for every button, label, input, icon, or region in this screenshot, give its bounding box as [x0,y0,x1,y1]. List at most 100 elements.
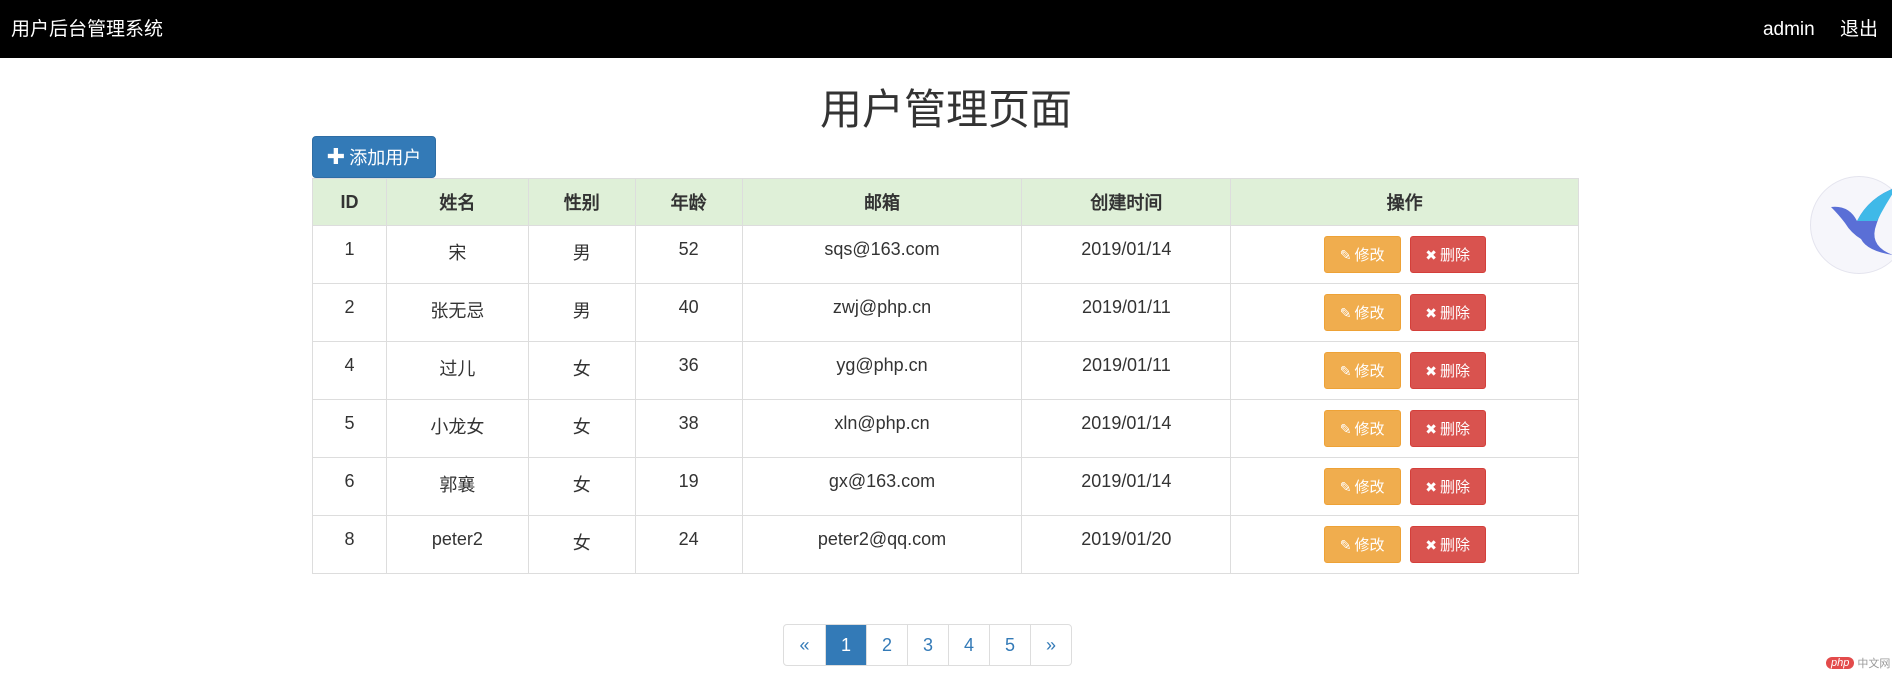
close-icon: ✖ [1425,537,1437,553]
cell-age: 24 [634,515,743,574]
pencil-icon: ✎ [1339,305,1352,321]
cell-name: 张无忌 [385,283,529,342]
close-icon: ✖ [1425,247,1437,263]
add-user-button[interactable]: ✚ 添加用户 [312,136,436,178]
pencil-icon: ✎ [1339,363,1352,379]
cell-id: 1 [312,225,387,284]
edit-button[interactable]: ✎ 修改 [1323,468,1401,505]
cell-age: 40 [634,283,743,342]
header-age: 年龄 [634,178,743,226]
page-prev[interactable]: « [784,625,825,665]
table-row: 1 宋 男 52 sqs@163.com 2019/01/14 ✎ 修改 ✖ 删除 [312,225,1579,284]
edit-button[interactable]: ✎ 修改 [1323,526,1401,563]
cell-name: 宋 [385,225,529,284]
cell-actions: ✎ 修改 ✖ 删除 [1230,225,1579,284]
app-brand[interactable]: 用户后台管理系统 [11,14,163,41]
close-icon: ✖ [1425,305,1437,321]
delete-label: 删除 [1440,421,1471,438]
delete-label: 删除 [1440,247,1471,264]
delete-label: 删除 [1440,537,1471,554]
cell-actions: ✎ 修改 ✖ 删除 [1230,515,1579,574]
cell-gender: 女 [527,341,636,400]
delete-label: 删除 [1440,479,1471,496]
logout-link[interactable]: 退出 [1840,19,1878,40]
page-4[interactable]: 4 [948,625,989,665]
cell-created: 2019/01/14 [1021,399,1232,458]
cell-age: 38 [634,399,743,458]
delete-label: 删除 [1440,305,1471,322]
edit-button[interactable]: ✎ 修改 [1323,294,1401,331]
page-5[interactable]: 5 [989,625,1030,665]
pagination: « 1 2 3 4 5 » [783,624,1072,666]
delete-button[interactable]: ✖ 删除 [1409,352,1486,389]
cell-name: peter2 [385,515,529,574]
table-row: 2 张无忌 男 40 zwj@php.cn 2019/01/11 ✎ 修改 ✖ 删除 [312,283,1579,342]
delete-label: 删除 [1440,363,1471,380]
edit-button[interactable]: ✎ 修改 [1323,352,1401,389]
page-title: 用户管理页面 [819,86,1072,133]
table-row: 6 郭襄 女 19 gx@163.com 2019/01/14 ✎ 修改 ✖ 删除 [312,457,1579,516]
navbar-right: admin 退出 [1763,14,1892,41]
users-table: ID 姓名 性别 年龄 邮箱 创建时间 操作 1 宋 男 52 sqs@163.… [312,178,1579,574]
cell-age: 36 [634,341,743,400]
cell-created: 2019/01/14 [1021,225,1232,284]
cell-gender: 男 [527,283,636,342]
header-name: 姓名 [385,178,529,226]
edit-label: 修改 [1354,479,1385,496]
page-1[interactable]: 1 [825,625,866,665]
page-2[interactable]: 2 [866,625,907,665]
cell-email: peter2@qq.com [741,515,1023,574]
cell-created: 2019/01/14 [1021,457,1232,516]
edit-button[interactable]: ✎ 修改 [1323,236,1401,273]
cell-actions: ✎ 修改 ✖ 删除 [1230,457,1579,516]
cell-id: 5 [312,399,387,458]
cell-id: 8 [312,515,387,574]
watermark-text: 中文网 [1857,658,1891,670]
cell-gender: 女 [527,457,636,516]
edit-label: 修改 [1354,363,1385,380]
user-link[interactable]: admin [1763,19,1815,40]
table-row: 5 小龙女 女 38 xln@php.cn 2019/01/14 ✎ 修改 ✖ 删除 [312,399,1579,458]
plus-icon: ✚ [326,144,346,169]
close-icon: ✖ [1425,479,1437,495]
bird-icon [1831,189,1892,255]
table-header-row: ID 姓名 性别 年龄 邮箱 创建时间 操作 [312,178,1579,226]
edit-button[interactable]: ✎ 修改 [1323,410,1401,447]
header-email: 邮箱 [741,178,1023,226]
delete-button[interactable]: ✖ 删除 [1409,410,1486,447]
cell-name: 过儿 [385,341,529,400]
cell-email: zwj@php.cn [741,283,1023,342]
cell-email: gx@163.com [741,457,1023,516]
cell-id: 2 [312,283,387,342]
php-watermark: php 中文网 [1826,655,1890,671]
close-icon: ✖ [1425,363,1437,379]
cell-age: 52 [634,225,743,284]
cell-email: sqs@163.com [741,225,1023,284]
header-gender: 性别 [527,178,636,226]
cell-name: 郭襄 [385,457,529,516]
cell-created: 2019/01/20 [1021,515,1232,574]
cell-actions: ✎ 修改 ✖ 删除 [1230,341,1579,400]
delete-button[interactable]: ✖ 删除 [1409,468,1486,505]
pencil-icon: ✎ [1339,421,1352,437]
pencil-icon: ✎ [1339,247,1352,263]
edit-label: 修改 [1354,305,1385,322]
page-next[interactable]: » [1030,625,1071,665]
delete-button[interactable]: ✖ 删除 [1409,526,1486,563]
cell-created: 2019/01/11 [1021,341,1232,400]
cell-gender: 女 [527,515,636,574]
header-actions: 操作 [1230,178,1579,226]
delete-button[interactable]: ✖ 删除 [1409,236,1486,273]
cell-name: 小龙女 [385,399,529,458]
page-3[interactable]: 3 [907,625,948,665]
header-created: 创建时间 [1021,178,1232,226]
floating-bird-widget[interactable] [1810,176,1892,274]
cell-created: 2019/01/11 [1021,283,1232,342]
cell-id: 4 [312,341,387,400]
cell-email: xln@php.cn [741,399,1023,458]
pencil-icon: ✎ [1339,537,1352,553]
header-id: ID [312,178,387,226]
delete-button[interactable]: ✖ 删除 [1409,294,1486,331]
table-row: 4 过儿 女 36 yg@php.cn 2019/01/11 ✎ 修改 ✖ 删除 [312,341,1579,400]
cell-age: 19 [634,457,743,516]
